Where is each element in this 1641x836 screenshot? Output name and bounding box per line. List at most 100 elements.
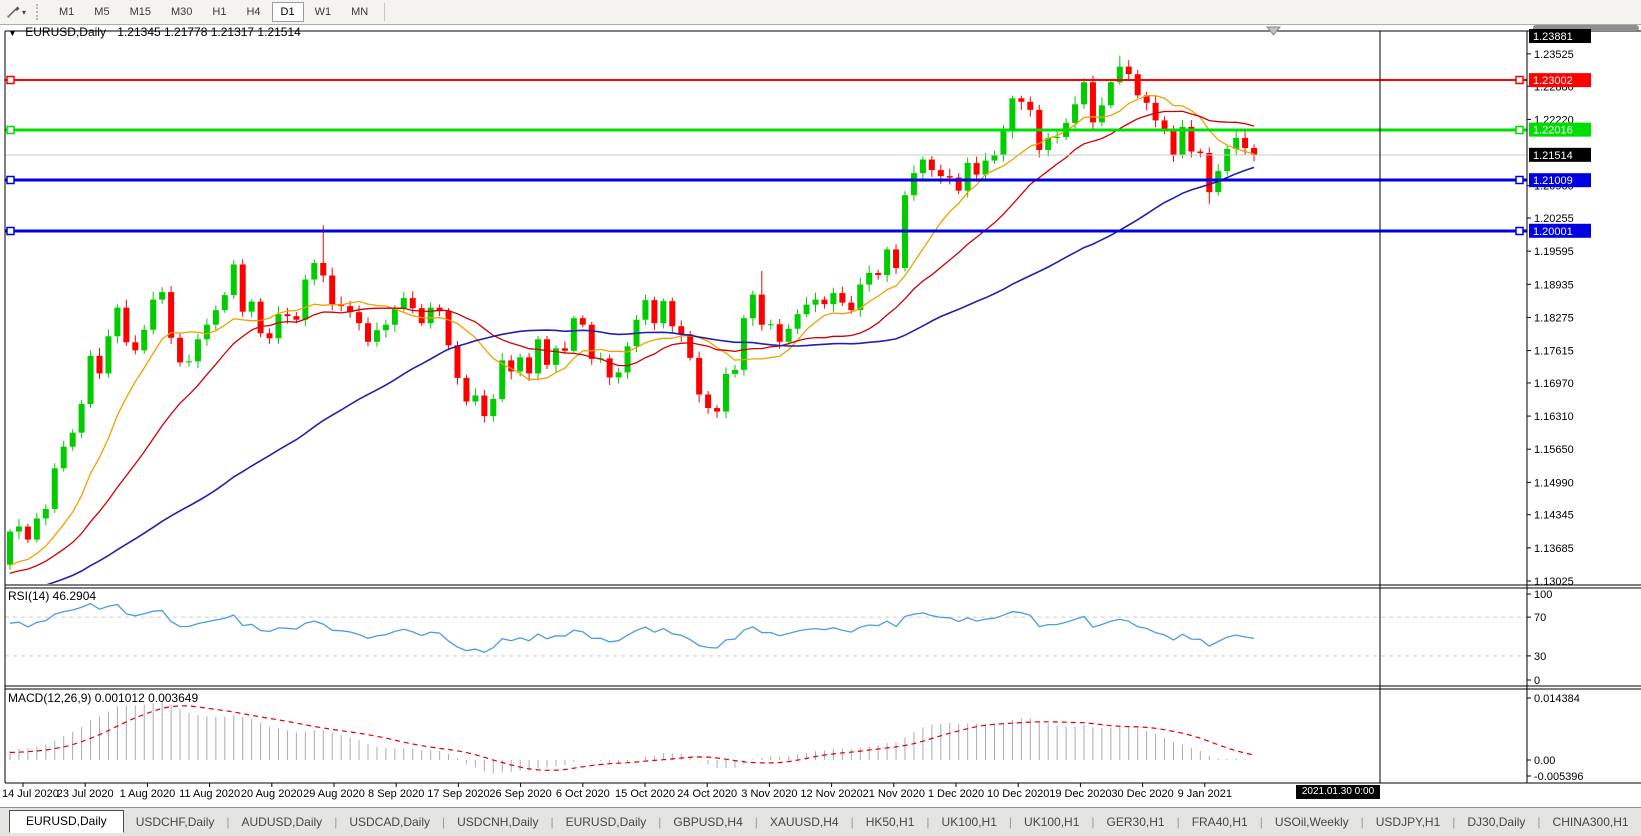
level-handle[interactable] <box>1516 177 1523 184</box>
candle-body <box>150 300 156 330</box>
level-handle[interactable] <box>1516 127 1523 134</box>
candle-body <box>768 324 774 325</box>
candle-body <box>267 333 273 338</box>
candle-body <box>1206 153 1212 192</box>
tab-usdcad-daily[interactable]: USDCAD,Daily <box>337 815 442 829</box>
candle-body <box>329 276 335 305</box>
candle-body <box>284 314 290 316</box>
level-handle[interactable] <box>7 127 14 134</box>
candle-body <box>7 532 13 565</box>
date-axis-label: 9 Jan 2021 <box>1178 788 1232 800</box>
tab-usdjpy-h1[interactable]: USDJPY,H1 <box>1364 815 1452 829</box>
candle-body <box>1099 105 1105 122</box>
tab-gbpusd-h4[interactable]: GBPUSD,H4 <box>661 815 754 829</box>
chart-tab-bar: EURUSD,Daily USDCHF,Daily|AUDUSD,Daily|U… <box>0 807 1641 836</box>
macd-axis-label: 0.00 <box>1534 755 1555 767</box>
candle-body <box>159 292 165 300</box>
candle-body <box>651 300 657 323</box>
tab-audusd-daily[interactable]: AUDUSD,Daily <box>230 815 335 829</box>
date-axis-label: 8 Sep 2020 <box>368 788 424 800</box>
candle-body <box>401 298 407 309</box>
candle-body <box>472 396 478 402</box>
level-handle[interactable] <box>1516 77 1523 84</box>
candle-body <box>374 330 380 342</box>
tab-ger30-h1[interactable]: GER30,H1 <box>1095 815 1177 829</box>
tab-dj30-daily[interactable]: DJ30,Daily <box>1455 815 1537 829</box>
date-axis-label: 17 Sep 2020 <box>427 788 489 800</box>
price-axis-label: 1.13025 <box>1534 576 1574 588</box>
candle-body <box>544 339 550 365</box>
candle-body <box>562 348 568 351</box>
tab-xauusd-h4[interactable]: XAUUSD,H4 <box>758 815 851 829</box>
candle-body <box>499 360 505 399</box>
candle-body <box>839 293 845 303</box>
chart-title: ▼ EURUSD,Daily 1.21345 1.21778 1.21317 1… <box>8 25 301 39</box>
chart-title-ohlc: 1.21345 1.21778 1.21317 1.21514 <box>117 25 301 39</box>
candle-body <box>938 170 944 176</box>
date-axis-label: 1 Dec 2020 <box>928 788 984 800</box>
tab-uk100-h1[interactable]: UK100,H1 <box>1012 815 1091 829</box>
candle-body <box>687 334 693 358</box>
candle-body <box>786 329 792 342</box>
ma-line-10 <box>10 96 1254 566</box>
candle-body <box>356 312 362 323</box>
price-axis-label: 1.16310 <box>1534 411 1574 423</box>
date-axis-label: 19 Dec 2020 <box>1049 788 1111 800</box>
candle-body <box>311 263 317 280</box>
candle-body <box>642 300 648 320</box>
tab-eurusd-daily[interactable]: EURUSD,Daily <box>554 815 659 829</box>
tab-usoil-weekly[interactable]: USOil,Weekly <box>1263 815 1361 829</box>
tab-usdchf-daily[interactable]: USDCHF,Daily <box>124 815 227 829</box>
date-axis-label: 14 Jul 2020 <box>2 788 59 800</box>
candle-body <box>535 339 541 373</box>
tab-fra40-h1[interactable]: FRA40,H1 <box>1180 815 1260 829</box>
price-axis-label: 1.16970 <box>1534 378 1574 390</box>
rsi-axis-label: 30 <box>1534 651 1546 663</box>
date-axis-label: 24 Oct 2020 <box>677 788 737 800</box>
date-axis-label: 23 Jul 2020 <box>57 788 114 800</box>
tab-uk100-h1[interactable]: UK100,H1 <box>930 815 1009 829</box>
price-badge-text: 1.22016 <box>1533 125 1573 137</box>
tab-active-eurusd-daily[interactable]: EURUSD,Daily <box>9 810 124 833</box>
candle-body <box>1197 152 1203 154</box>
price-axis-label: 1.17615 <box>1534 346 1574 358</box>
rsi-axis-label: 0 <box>1534 675 1540 687</box>
rsi-line <box>10 604 1254 653</box>
level-handle[interactable] <box>7 228 14 235</box>
candle-body <box>34 518 40 539</box>
candle-body <box>678 326 684 334</box>
candle-body <box>750 295 756 319</box>
tab-usdcnh-daily[interactable]: USDCNH,Daily <box>445 815 550 829</box>
candle-body <box>1171 130 1177 155</box>
tab-china300-h1[interactable]: CHINA300,H1 <box>1541 815 1641 829</box>
date-axis-label: 12 Nov 2020 <box>800 788 862 800</box>
price-axis-label: 1.20255 <box>1534 213 1574 225</box>
candle-body <box>1242 138 1248 148</box>
level-handle[interactable] <box>7 77 14 84</box>
candle-body <box>105 336 111 373</box>
collapse-triangle-icon[interactable]: ▼ <box>8 28 17 38</box>
candle-body <box>302 280 308 320</box>
price-axis-label: 1.19595 <box>1534 246 1574 258</box>
level-handle[interactable] <box>7 177 14 184</box>
candle-body <box>249 302 255 312</box>
candle-body <box>222 295 228 310</box>
candle-body <box>141 330 147 351</box>
level-handle[interactable] <box>1516 228 1523 235</box>
rsi-axis-label: 70 <box>1534 612 1546 624</box>
price-axis-label: 1.14345 <box>1534 510 1574 522</box>
candle-body <box>965 163 971 191</box>
candle-body <box>1081 82 1087 104</box>
candle-body <box>947 176 953 178</box>
candle-body <box>974 163 980 175</box>
tab-hk50-h1[interactable]: HK50,H1 <box>854 815 927 829</box>
candle-body <box>455 345 461 378</box>
candle-body <box>25 527 31 540</box>
candle-body <box>410 298 416 308</box>
candle-body <box>866 273 872 285</box>
candle-body <box>43 509 49 519</box>
price-axis-label: 1.14990 <box>1534 477 1574 489</box>
candle-body <box>813 300 819 305</box>
price-badge-text: 1.21009 <box>1533 175 1573 187</box>
candle-body <box>884 249 890 275</box>
